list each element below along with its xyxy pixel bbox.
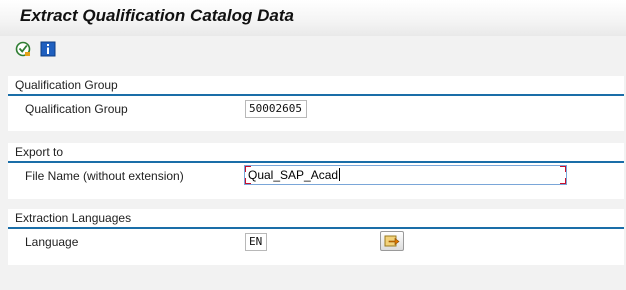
section-header: Qualification Group (8, 76, 624, 96)
section-header: Export to (8, 143, 624, 163)
required-marker (245, 178, 251, 184)
export-to-section: Export to File Name (without extension) … (8, 143, 624, 199)
language-input[interactable]: EN (245, 233, 267, 251)
text-cursor (339, 168, 341, 181)
title-bar: Extract Qualification Catalog Data (0, 0, 626, 36)
file-name-label: File Name (without extension) (25, 169, 184, 183)
multiple-selection-icon (384, 235, 400, 247)
info-icon[interactable] (39, 40, 57, 58)
file-name-input[interactable]: Qual_SAP_Acad (244, 165, 567, 185)
section-title: Extraction Languages (15, 211, 132, 225)
multiple-selection-button[interactable] (380, 231, 404, 251)
required-marker (560, 178, 566, 184)
extraction-languages-section: Extraction Languages Language EN (8, 209, 624, 265)
required-marker (245, 166, 251, 172)
language-label: Language (25, 235, 79, 249)
qualification-group-label: Qualification Group (25, 102, 128, 116)
section-title: Qualification Group (15, 78, 118, 92)
required-marker (560, 166, 566, 172)
section-header: Extraction Languages (8, 209, 624, 229)
qualification-group-input[interactable]: 50002605 (245, 100, 307, 118)
file-name-value: Qual_SAP_Acad (248, 168, 339, 182)
application-toolbar (0, 36, 626, 64)
section-title: Export to (15, 145, 64, 159)
execute-icon[interactable] (14, 40, 32, 58)
qualification-group-section: Qualification Group Qualification Group … (8, 76, 624, 131)
page-title: Extract Qualification Catalog Data (20, 6, 294, 25)
